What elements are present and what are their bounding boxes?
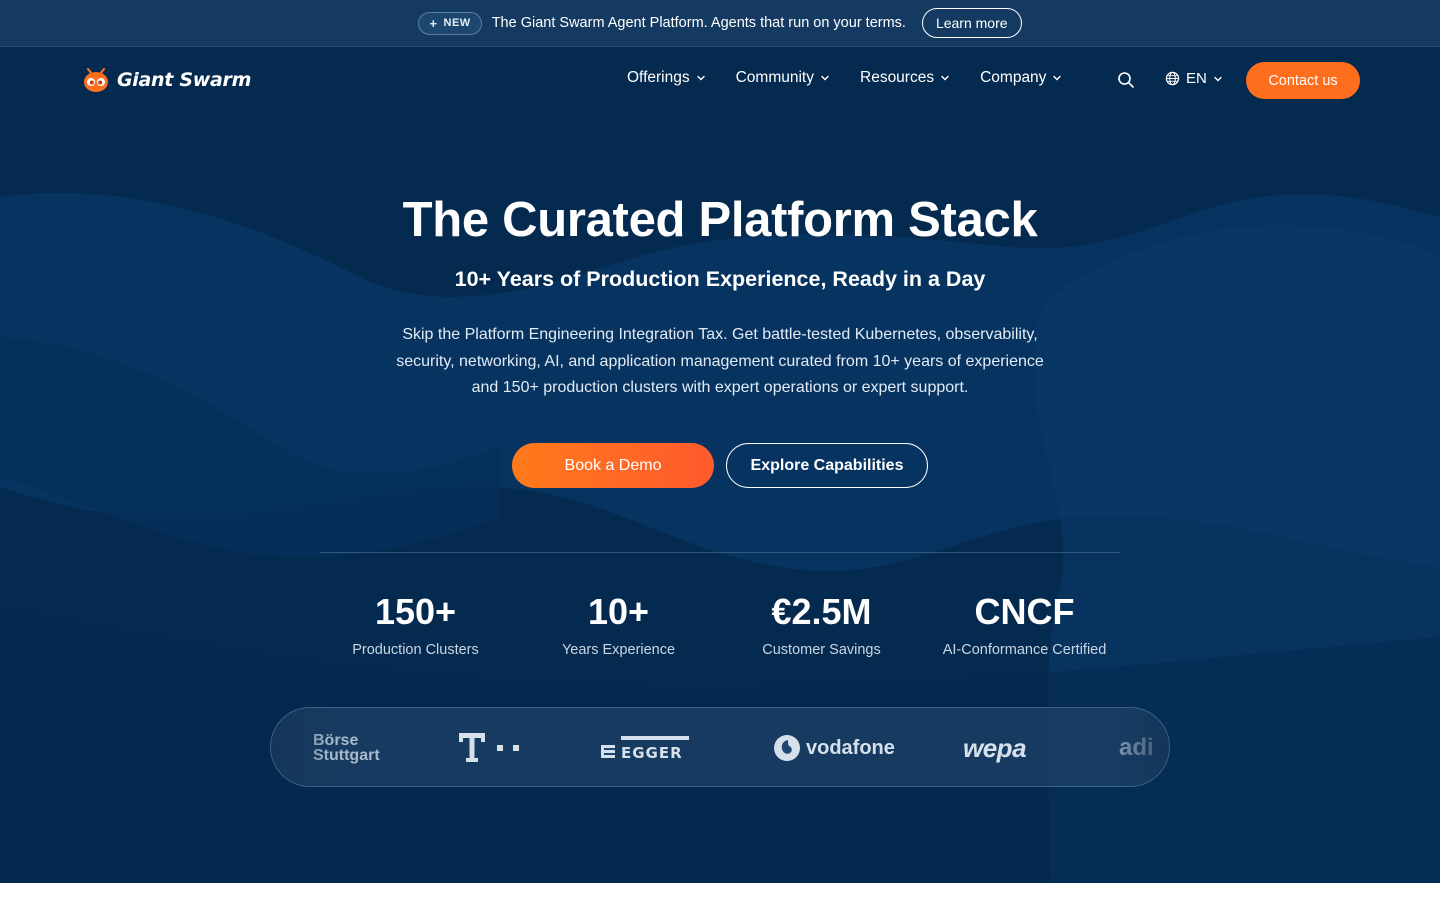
- nav-community[interactable]: Community: [736, 69, 830, 87]
- nav-company-label: Company: [980, 69, 1047, 86]
- telekom-mark-icon: [459, 733, 519, 762]
- hero-subtitle: 10+ Years of Production Experience, Read…: [454, 267, 986, 291]
- globe-icon: [1165, 71, 1180, 86]
- stat-label: Production Clusters: [352, 642, 479, 658]
- search-icon[interactable]: [1117, 71, 1135, 89]
- contact-us-button[interactable]: Contact us: [1246, 62, 1360, 99]
- nav-resources-label: Resources: [860, 69, 935, 86]
- stat-item: 150+ Production Clusters: [314, 590, 517, 658]
- stat-label: Years Experience: [561, 642, 676, 658]
- stat-item: CNCF AI-Conformance Certified: [923, 590, 1126, 658]
- plus-icon: +: [429, 15, 438, 31]
- stat-item: €2.5M Customer Savings: [720, 590, 923, 658]
- book-demo-button[interactable]: Book a Demo: [512, 443, 714, 488]
- ant-logo-icon: [84, 67, 108, 92]
- chevron-down-icon: [696, 75, 705, 81]
- stat-value: 10+: [587, 591, 650, 632]
- vodafone-text: vodafone: [806, 736, 895, 759]
- nav-resources[interactable]: Resources: [860, 69, 950, 87]
- page: + NEW The Giant Swarm Agent Platform. Ag…: [0, 0, 1440, 900]
- nav-company[interactable]: Company: [980, 69, 1062, 87]
- hero-description: Skip the Platform Engineering Integratio…: [396, 326, 1044, 396]
- stat-item: 10+ Years Experience: [517, 590, 720, 658]
- announcement-text: The Giant Swarm Agent Platform. Agents t…: [491, 15, 906, 31]
- nav-community-label: Community: [735, 69, 814, 86]
- learn-more-button[interactable]: Learn more: [921, 8, 1022, 38]
- nav-offerings[interactable]: Offerings: [627, 69, 706, 87]
- stat-label: AI-Conformance Certified: [942, 642, 1107, 658]
- chevron-down-icon: [941, 75, 949, 81]
- stat-label: Customer Savings: [762, 642, 881, 658]
- chevron-down-icon: [821, 75, 829, 81]
- language-selector[interactable]: EN: [1165, 70, 1223, 87]
- nav-offerings-label: Offerings: [627, 69, 690, 86]
- next-section-edge: [0, 883, 1440, 900]
- egger-mark-icon: EGGER: [601, 736, 689, 760]
- vodafone-logo: vodafone: [773, 708, 895, 786]
- hero-title: The Curated Platform Stack: [402, 193, 1038, 247]
- site-header: Giant Swarm Offerings Community Resource…: [0, 47, 1440, 115]
- wepa-logo: wepa: [963, 708, 1027, 786]
- logo-wordmark: Giant Swarm: [117, 69, 252, 91]
- chevron-down-icon: [1214, 76, 1222, 81]
- vodafone-mark-icon: [774, 735, 800, 761]
- customer-logo-strip: Börse Stuttgart T: [270, 707, 1170, 787]
- hero-section: Giant Swarm Offerings Community Resource…: [0, 47, 1440, 883]
- chevron-down-icon: [1053, 75, 1062, 81]
- stat-value: €2.5M: [771, 591, 872, 632]
- main-nav: Offerings Community Resources Company: [627, 69, 1062, 87]
- strip-fade-left: [271, 708, 331, 786]
- explore-capabilities-button[interactable]: Explore Capabilities: [726, 443, 928, 488]
- new-badge: + NEW: [418, 11, 482, 35]
- stats-row: 150+ Production Clusters 10+ Years Exper…: [314, 590, 1126, 658]
- new-badge-label: NEW: [443, 17, 471, 29]
- wepa-text: wepa: [963, 732, 1027, 763]
- strip-fade-right: [1109, 708, 1169, 786]
- language-label: EN: [1186, 70, 1207, 87]
- giant-swarm-logo[interactable]: Giant Swarm: [81, 65, 251, 95]
- announcement-bar: + NEW The Giant Swarm Agent Platform. Ag…: [0, 0, 1440, 47]
- stats-divider: [320, 552, 1120, 553]
- stat-value: CNCF: [974, 591, 1075, 632]
- egger-text: EGGER: [621, 744, 683, 760]
- egger-logo: EGGER: [601, 708, 691, 786]
- stat-value: 150+: [374, 591, 457, 632]
- telekom-logo: T: [459, 708, 523, 786]
